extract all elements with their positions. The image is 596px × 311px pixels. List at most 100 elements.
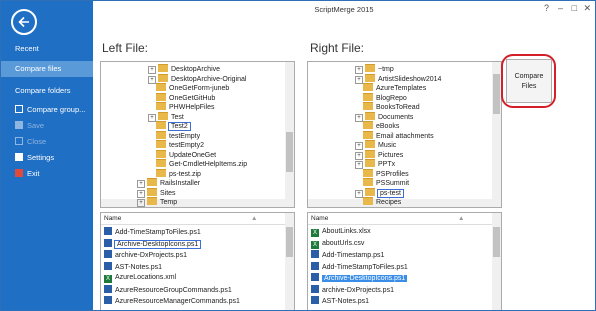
file-name: Add-Timestamp.ps1 [322,252,385,259]
tree-item-label: Pictures [378,151,404,159]
scroll-thumb[interactable] [286,132,293,172]
tree-item[interactable]: Email attachments [355,130,434,141]
scroll-thumb[interactable] [493,227,500,257]
file-list-item[interactable]: Archive-DesktopIcons.ps1 [104,238,202,249]
tree-item[interactable]: + Pictures [355,149,404,160]
nav-compare-group[interactable]: Compare group... [1,102,93,118]
tree-item[interactable]: + Music [355,140,396,150]
right-folder-tree[interactable]: + ~tmp + ArtistSlideshow2014 AzureTemplates B… [307,61,502,208]
back-button[interactable] [11,9,37,35]
tree-item[interactable]: PHWHelpFiles [148,102,215,112]
file-name: AzureResourceManagerCommands.ps1 [115,298,240,305]
file-list-item[interactable]: Archive-DesktopIcons.ps1 [311,273,408,283]
powershell-file-icon [311,261,319,270]
file-list-item[interactable]: AzureResourceGroupCommands.ps1 [104,284,232,295]
tree-item[interactable]: + Temp [137,197,177,207]
nav-recent[interactable]: Recent [1,41,93,57]
file-list-item[interactable]: X AboutLinks.xlsx [311,227,371,237]
tree-item-label: BooksToRead [376,104,420,111]
close-icon [15,137,23,145]
file-list-item[interactable]: XaboutUrls.csv [311,239,364,249]
tree-item[interactable]: eBooks [355,121,399,131]
tree-item[interactable]: PSProfiles [355,168,409,179]
expand-icon[interactable]: + [137,199,145,207]
nav-close[interactable]: Close [1,134,93,150]
tree-item[interactable]: + DesktopArchive-Original [148,73,246,84]
tree-item-label: ~tmp [378,66,394,73]
tree-item[interactable]: + ps-test [355,187,405,198]
scroll-thumb[interactable] [493,74,500,114]
tree-item[interactable]: + ~tmp [355,64,394,74]
file-list-item[interactable]: archive-DxProjects.ps1 [311,284,394,295]
file-list-item[interactable]: archive-DxProjects.ps1 [104,250,187,260]
compare-files-button[interactable]: Compare Files [506,59,552,103]
tree-item[interactable]: + DesktopArchive [148,64,220,74]
file-list-item[interactable]: Add-TimeStampToFiles.ps1 [104,227,201,237]
file-list-item[interactable]: Add-TimeStampToFiles.ps1 [311,261,408,272]
tree-item[interactable]: PSSummit [355,178,409,188]
tree-item[interactable]: BooksToRead [355,102,420,112]
left-tree-scrollbar[interactable] [285,62,294,207]
tree-item[interactable]: + Test [148,111,184,122]
left-file-list[interactable]: Name ▲ Add-TimeStampToFiles.ps1 Archive-De… [100,212,295,310]
back-arrow-icon [18,16,29,28]
file-list-item[interactable]: AST-Notes.ps1 [104,261,163,272]
tree-item[interactable]: OneGetForm-juneb [148,83,229,93]
tree-item-label: PSProfiles [376,170,409,178]
nav-exit[interactable]: Exit [1,166,93,182]
nav-compare-files[interactable]: Compare files [1,61,93,77]
tree-item[interactable]: UpdateOneGet [148,149,216,160]
folder-icon [156,83,166,91]
left-list-scrollbar[interactable] [285,213,294,310]
nav-compare-folders[interactable]: Compare folders [1,83,93,99]
left-tree-hscrollbar[interactable] [101,199,285,207]
column-name[interactable]: Name [311,215,328,222]
file-list-item[interactable]: Add-Timestamp.ps1 [311,250,384,260]
tree-item[interactable]: + Sites [137,187,176,198]
right-list-scrollbar[interactable] [492,213,501,310]
tree-item[interactable]: Get-CmdletHelpItems.zip [148,159,247,169]
tree-item[interactable]: + RailsInstaller [137,178,200,188]
right-list-header[interactable]: Name ▲ [308,213,492,225]
file-list-item[interactable]: X AzureLocations.xml [104,273,176,283]
folder-icon [147,187,157,196]
minimize-icon[interactable]: – [558,4,563,13]
tree-item[interactable]: OneGetGitHub [148,92,215,103]
folder-icon [147,197,157,205]
nav-settings[interactable]: Settings [1,150,93,166]
left-list-header[interactable]: Name ▲ [101,213,285,225]
tree-item-label: PPTx [378,161,396,168]
close-window-icon[interactable]: ✕ [583,4,591,13]
column-name[interactable]: Name [104,215,121,222]
tree-item[interactable]: AzureTemplates [355,83,426,93]
tree-item[interactable]: Recipes [355,197,401,207]
scroll-thumb[interactable] [286,227,293,257]
right-file-list[interactable]: Name ▲ X AboutLinks.xlsx XaboutUrls.csv Add-… [307,212,502,310]
tree-item-label: Documents [378,113,414,121]
tree-item[interactable]: testEmpty [148,130,200,141]
file-list-item[interactable]: AzureResourceManagerCommands.ps1 [104,296,240,306]
help-icon[interactable]: ? [544,4,549,13]
left-folder-tree[interactable]: + DesktopArchive + DesktopArchive-Original O… [100,61,295,208]
maximize-icon[interactable]: □ [572,4,577,13]
tree-item[interactable]: Test2 [148,121,191,131]
tree-item[interactable]: BlogRepo [355,92,407,103]
file-list-item[interactable]: AST-Notes.ps1 [311,296,369,306]
nav-save[interactable]: Save [1,118,93,134]
nav-label: Compare group... [27,105,86,114]
file-name: AST-Notes.ps1 [115,263,163,271]
tree-item[interactable]: + PPTx [355,159,395,169]
folder-icon [158,64,168,72]
nav-label: Compare files [15,64,62,73]
tree-item-label: RailsInstaller [160,180,201,187]
tree-item[interactable]: ps-test.zip [148,168,201,179]
tree-item[interactable]: + Documents [355,111,414,122]
tree-item[interactable]: testEmpty2 [148,140,204,150]
tree-item[interactable]: + ArtistSlideshow2014 [355,73,441,84]
right-tree-scrollbar[interactable] [492,62,501,207]
